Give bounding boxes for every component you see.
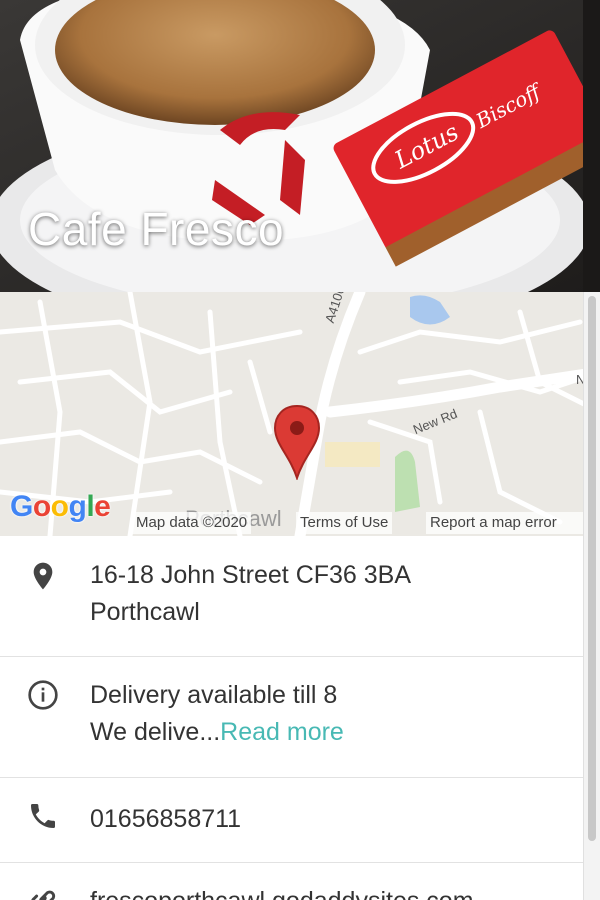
scrollbar-thumb[interactable] [588, 296, 596, 841]
google-logo-letter: o [32, 490, 51, 523]
link-icon [31, 890, 56, 900]
map-marker-icon[interactable] [272, 404, 322, 480]
google-logo-letter: e [94, 490, 111, 523]
phone-number[interactable]: 01656858711 [90, 801, 241, 838]
google-logo-letter: G [10, 490, 33, 523]
website-link[interactable]: frescoporthcawl.godaddysites.com [90, 883, 474, 900]
location-pin-icon [33, 562, 53, 590]
google-logo[interactable]: Google [10, 490, 111, 524]
map-attribution: Map data ©2020 [132, 512, 252, 534]
phone-icon [31, 804, 55, 828]
address-row[interactable]: 16-18 John Street CF36 3BA Porthcawl [0, 536, 583, 656]
delivery-line-1: Delivery available till 8 [90, 681, 338, 709]
address-line-2: Porthcawl [90, 598, 200, 626]
info-icon [28, 680, 58, 710]
google-logo-letter: g [68, 490, 87, 523]
address-text: 16-18 John Street CF36 3BA Porthcawl [90, 557, 411, 631]
delivery-text: Delivery available till 8 We delive...Re… [90, 677, 344, 751]
report-map-error-link[interactable]: Report a map error [426, 512, 587, 534]
business-name: Cafe Fresco [28, 203, 285, 255]
phone-row[interactable]: 01656858711 [0, 778, 583, 862]
website-row[interactable]: frescoporthcawl.godaddysites.com [0, 863, 583, 900]
terms-of-use-link[interactable]: Terms of Use [296, 512, 393, 534]
delivery-row: Delivery available till 8 We delive...Re… [0, 657, 583, 777]
address-line-1: 16-18 John Street CF36 3BA [90, 561, 412, 589]
hero-photo: Lotus Biscoff Cafe Fresco [0, 0, 600, 292]
delivery-line-2: We delive... [90, 718, 221, 746]
read-more-link[interactable]: Read more [220, 718, 344, 746]
google-logo-letter: o [50, 490, 69, 523]
google-logo-letter: l [86, 490, 95, 523]
